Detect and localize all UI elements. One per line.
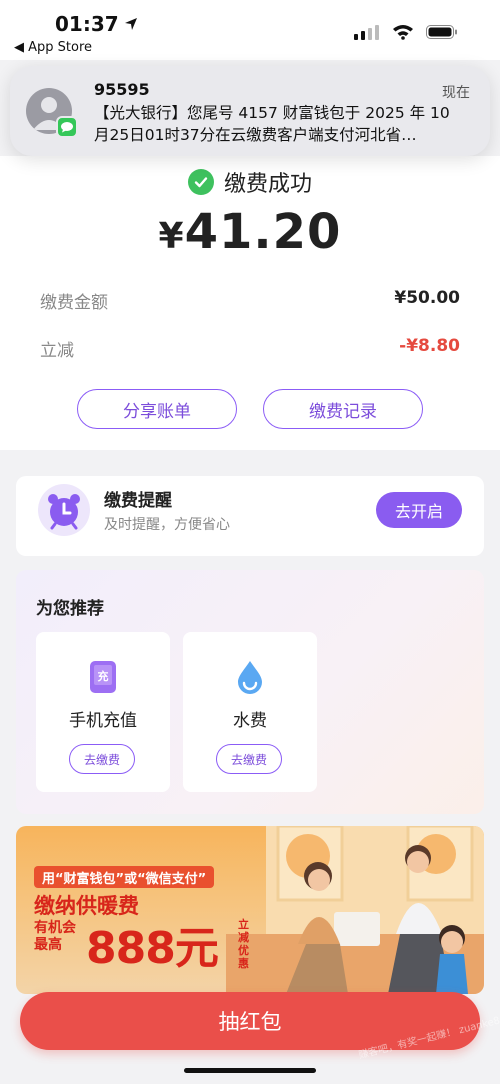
location-arrow-icon	[124, 18, 137, 30]
amount-value: 41.20	[184, 204, 342, 260]
recommend-section: 为您推荐 充 手机充值 去缴费 水费 去缴费	[16, 570, 484, 814]
heating-fee-promo-banner[interactable]: 用“财富钱包”或“微信支付” 缴纳供暖费 有机会最高 888元 立减优惠	[16, 826, 484, 994]
water-fee-card[interactable]: 水费 去缴费	[183, 632, 317, 792]
notification-line-2: 月25日01时37分在云缴费客户端支付河北省…	[94, 126, 417, 144]
enable-reminder-button[interactable]: 去开启	[376, 492, 462, 528]
battery-icon	[426, 25, 457, 39]
status-bar: 01:37 ◀ App Store	[0, 0, 500, 60]
recommend-title: 为您推荐	[36, 599, 104, 619]
mobile-recharge-card[interactable]: 充 手机充值 去缴费	[36, 632, 170, 792]
fee-amount-label: 缴费金额	[40, 293, 108, 313]
payment-result-panel: 缴费成功 ¥41.20 缴费金额 ¥50.00 立减 -¥8.80 分享账单 缴…	[0, 156, 500, 450]
mobile-recharge-label: 手机充值	[69, 711, 137, 731]
notification-sender: 95595	[94, 80, 150, 99]
recharge-icon-glyph: 充	[98, 669, 109, 683]
paid-amount: ¥41.20	[0, 204, 500, 260]
alarm-clock-icon	[38, 484, 90, 536]
share-bill-button[interactable]: 分享账单	[77, 389, 237, 429]
payment-reminder-card: 缴费提醒 及时提醒，方便省心 去开启	[16, 476, 484, 556]
water-fee-pay-button[interactable]: 去缴费	[216, 744, 282, 774]
notification-line-1: 【光大银行】您尾号 4157 财富钱包于 2025 年 10	[94, 104, 450, 122]
system-icons	[354, 24, 458, 40]
notification-time: 现在	[442, 85, 470, 101]
promo-side-right: 立减优惠	[238, 918, 249, 970]
check-circle-icon	[187, 169, 214, 195]
promo-side-left: 有机会最高	[34, 920, 76, 953]
home-indicator[interactable]	[184, 1068, 316, 1073]
signal-icon	[354, 25, 379, 40]
discount-value: -¥8.80	[399, 336, 460, 356]
water-drop-icon	[236, 660, 264, 698]
result-title: 缴费成功	[223, 172, 312, 197]
wifi-icon	[393, 25, 413, 40]
discount-label: 立减	[40, 341, 74, 361]
status-time: 01:37	[55, 12, 139, 36]
mobile-recharge-pay-button[interactable]: 去缴费	[69, 744, 135, 774]
sms-notification[interactable]: 95595 现在 【光大银行】您尾号 4157 财富钱包于 2025 年 10 …	[10, 66, 490, 156]
promo-strip: 用“财富钱包”或“微信支付”	[34, 866, 215, 888]
reminder-title: 缴费提醒	[104, 491, 172, 511]
clock-text: 01:37	[55, 12, 119, 36]
result-header: 缴费成功	[0, 166, 500, 198]
discount-row: 立减 -¥8.80	[40, 336, 460, 361]
reminder-subtitle: 及时提醒，方便省心	[104, 517, 230, 533]
back-to-app-store-link[interactable]: ◀ App Store	[14, 40, 92, 55]
water-fee-label: 水费	[233, 711, 267, 731]
currency-symbol: ¥	[158, 216, 185, 257]
notification-body: 【光大银行】您尾号 4157 财富钱包于 2025 年 10 月25日01时37…	[94, 102, 474, 146]
promo-prize: 888元	[86, 923, 219, 974]
payment-records-button[interactable]: 缴费记录	[263, 389, 423, 429]
messages-app-icon	[56, 116, 78, 138]
fee-amount-value: ¥50.00	[394, 288, 460, 308]
phone-recharge-icon: 充	[89, 660, 117, 698]
fee-amount-row: 缴费金额 ¥50.00	[40, 288, 460, 313]
